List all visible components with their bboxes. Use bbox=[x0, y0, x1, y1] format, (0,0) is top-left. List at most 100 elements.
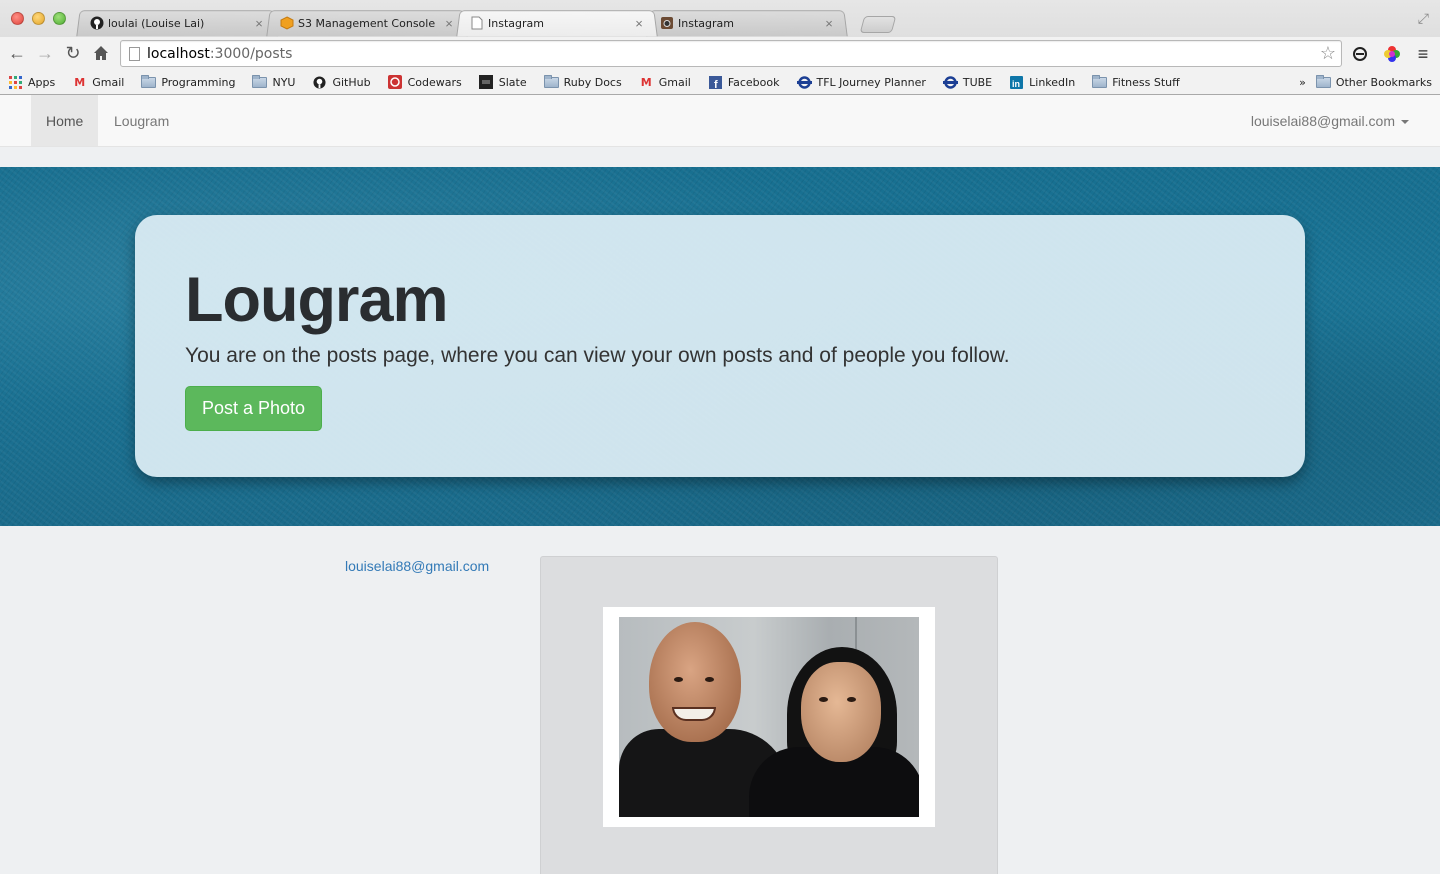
new-tab-button[interactable] bbox=[859, 16, 897, 33]
reload-icon[interactable]: ↻ bbox=[61, 41, 85, 65]
tab-github-content[interactable]: loulai (Louise Lai) × bbox=[78, 10, 276, 36]
page-icon bbox=[470, 16, 484, 30]
user-dropdown[interactable]: louiselai88@gmail.com bbox=[1236, 95, 1424, 146]
bookmarks-right: » Other Bookmarks bbox=[1299, 70, 1432, 94]
window-controls bbox=[11, 12, 66, 25]
svg-text:f: f bbox=[714, 79, 718, 89]
bookmark-label: Gmail bbox=[658, 75, 691, 89]
fullscreen-icon[interactable]: ⤢ bbox=[1418, 10, 1429, 27]
menu-icon[interactable]: ≡ bbox=[1413, 44, 1433, 64]
minimize-window-button[interactable] bbox=[32, 12, 45, 25]
url-text: localhost:3000/posts bbox=[147, 46, 292, 62]
home-icon[interactable] bbox=[89, 41, 113, 65]
svg-text:in: in bbox=[1012, 79, 1020, 89]
bookmark-label: Slate bbox=[498, 75, 527, 89]
tab-close-icon[interactable]: × bbox=[252, 16, 266, 31]
other-bookmarks[interactable]: Other Bookmarks bbox=[1315, 74, 1432, 89]
folder-icon bbox=[1092, 74, 1108, 89]
bookmark-tube[interactable]: TUBE bbox=[942, 75, 993, 89]
tab-s3-content[interactable]: S3 Management Console × bbox=[268, 10, 466, 36]
bookmark-label: Ruby Docs bbox=[563, 75, 622, 89]
bookmark-gmail-2[interactable]: M Gmail bbox=[639, 76, 691, 89]
bookmark-facebook[interactable]: f Facebook bbox=[708, 75, 780, 89]
post-author-link[interactable]: louiselai88@gmail.com bbox=[345, 558, 489, 574]
tab-label: loulai (Louise Lai) bbox=[108, 16, 205, 30]
bookmark-apps[interactable]: Apps bbox=[8, 75, 56, 89]
address-bar[interactable]: localhost:3000/posts ☆ bbox=[120, 40, 1342, 67]
slate-icon bbox=[479, 75, 494, 89]
jumbotron: Lougram You are on the posts page, where… bbox=[135, 215, 1305, 477]
color-wheel-icon[interactable] bbox=[1382, 44, 1402, 64]
bookmark-slate[interactable]: Slate bbox=[479, 75, 527, 89]
linkedin-icon: in bbox=[1009, 75, 1024, 89]
gmail-icon: M bbox=[74, 75, 86, 89]
bookmark-linkedin[interactable]: in LinkedIn bbox=[1009, 75, 1076, 89]
back-arrow-icon[interactable]: ← bbox=[5, 41, 29, 65]
bookmark-label: TUBE bbox=[962, 75, 993, 89]
photo-frame bbox=[603, 607, 935, 827]
tab-instagram-content[interactable]: Instagram × bbox=[648, 10, 846, 36]
bookmark-github[interactable]: GitHub bbox=[312, 75, 371, 89]
bookmarks-bar: Apps M Gmail Programming NYU GitHub Code… bbox=[0, 70, 1440, 94]
codewars-icon bbox=[388, 75, 403, 89]
post-photo-button[interactable]: Post a Photo bbox=[185, 386, 323, 431]
github-icon bbox=[90, 16, 104, 30]
tab-instagram-active-content[interactable]: Instagram × bbox=[458, 10, 656, 36]
page-icon bbox=[129, 47, 140, 61]
post-photo[interactable] bbox=[619, 617, 919, 817]
gmail-icon: M bbox=[640, 75, 652, 89]
bookmark-label: Gmail bbox=[92, 75, 125, 89]
tfl-roundel-icon bbox=[942, 75, 958, 89]
page-title: Lougram bbox=[185, 265, 449, 335]
bookmarks-overflow-button[interactable]: » bbox=[1299, 76, 1306, 89]
bookmark-star-icon[interactable]: ☆ bbox=[1320, 43, 1336, 64]
zoom-window-button[interactable] bbox=[53, 12, 66, 25]
bookmark-programming[interactable]: Programming bbox=[141, 74, 236, 89]
github-icon bbox=[312, 75, 327, 89]
forward-arrow-icon[interactable]: → bbox=[33, 41, 57, 65]
bookmark-ruby-docs[interactable]: Ruby Docs bbox=[543, 74, 622, 89]
extension-icon[interactable] bbox=[1350, 44, 1370, 64]
caret-down-icon bbox=[1401, 120, 1409, 125]
url-host: localhost bbox=[147, 46, 210, 62]
bookmark-gmail[interactable]: M Gmail bbox=[72, 76, 124, 89]
url-path: :3000/posts bbox=[209, 46, 293, 62]
aws-cube-icon bbox=[280, 16, 294, 30]
web-page: Home Lougram louiselai88@gmail.com Lougr… bbox=[0, 95, 1440, 874]
user-email: louiselai88@gmail.com bbox=[1250, 113, 1395, 129]
bookmark-label: Other Bookmarks bbox=[1335, 75, 1432, 89]
bookmark-label: Codewars bbox=[407, 75, 462, 89]
site-navbar: Home Lougram louiselai88@gmail.com bbox=[0, 95, 1440, 147]
tab-close-icon[interactable]: × bbox=[632, 16, 646, 31]
bookmark-label: Programming bbox=[161, 75, 236, 89]
tab-close-icon[interactable]: × bbox=[442, 16, 456, 31]
browser-toolbar: ← → ↻ localhost:3000/posts ☆ ≡ bbox=[0, 37, 1440, 70]
tab-label: Instagram bbox=[678, 16, 734, 30]
instagram-icon bbox=[660, 16, 674, 30]
folder-icon bbox=[543, 74, 559, 89]
tab-label: S3 Management Console bbox=[298, 16, 436, 30]
folder-icon bbox=[141, 74, 157, 89]
bookmark-label: Apps bbox=[28, 75, 56, 89]
folder-icon bbox=[1315, 74, 1331, 89]
tab-close-icon[interactable]: × bbox=[822, 16, 836, 31]
hero-banner: Lougram You are on the posts page, where… bbox=[0, 167, 1440, 526]
browser-chrome: loulai (Louise Lai) × S3 Management Cons… bbox=[0, 0, 1440, 95]
post-card bbox=[540, 556, 998, 874]
apps-grid-icon bbox=[8, 75, 23, 89]
bookmark-nyu[interactable]: NYU bbox=[252, 74, 296, 89]
bookmark-tfl[interactable]: TFL Journey Planner bbox=[796, 75, 926, 89]
bookmark-label: NYU bbox=[272, 75, 296, 89]
facebook-icon: f bbox=[708, 75, 723, 89]
bookmark-label: Facebook bbox=[727, 75, 780, 89]
bookmark-label: Fitness Stuff bbox=[1112, 75, 1180, 89]
nav-brand-link[interactable]: Lougram bbox=[99, 95, 184, 146]
bookmark-codewars[interactable]: Codewars bbox=[388, 75, 462, 89]
tfl-roundel-icon bbox=[796, 75, 812, 89]
page-lead: You are on the posts page, where you can… bbox=[185, 344, 1010, 367]
close-window-button[interactable] bbox=[11, 12, 24, 25]
nav-home-link[interactable]: Home bbox=[31, 95, 99, 146]
bookmark-label: LinkedIn bbox=[1029, 75, 1076, 89]
bookmark-label: TFL Journey Planner bbox=[816, 75, 926, 89]
bookmark-fitness-stuff[interactable]: Fitness Stuff bbox=[1092, 74, 1180, 89]
